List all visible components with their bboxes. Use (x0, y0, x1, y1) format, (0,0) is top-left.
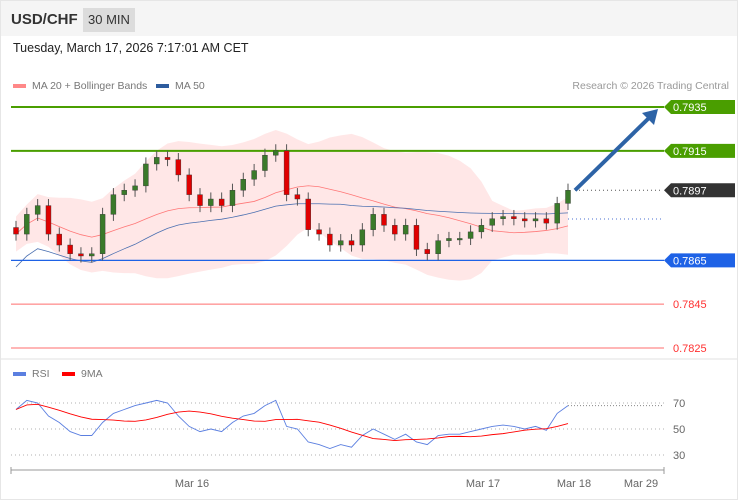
candle-body (402, 225, 409, 235)
candle-body (34, 205, 41, 215)
candle-body (208, 198, 214, 206)
candle-body (478, 225, 485, 233)
candle-body (489, 218, 495, 226)
candle-body (359, 229, 366, 246)
candle-body (273, 150, 279, 156)
candle-body (511, 216, 517, 219)
candle-body (294, 194, 301, 200)
candle-body (522, 218, 528, 222)
candle-body (24, 214, 30, 235)
candle-body (121, 190, 127, 195)
candle-body (327, 233, 333, 246)
candle-body (229, 190, 236, 206)
bollinger-band (16, 130, 568, 281)
candle-body (370, 214, 376, 230)
x-tick-label: Mar 29 (624, 478, 658, 490)
level-label: 0.7825 (673, 343, 707, 355)
candle-body (467, 231, 474, 239)
candle-body (424, 249, 430, 254)
candle-body (500, 216, 506, 219)
forecast-arrow (573, 114, 653, 192)
candle-body (316, 229, 322, 235)
candle-body (251, 170, 257, 180)
candle-body (435, 240, 441, 254)
level-label: 0.7915 (673, 146, 707, 158)
rsi-tick: 30 (673, 450, 685, 462)
level-label: 0.7845 (673, 299, 707, 311)
candle-body (283, 150, 290, 195)
x-tick-label: Mar 17 (466, 478, 500, 490)
candle-body (338, 240, 344, 246)
candle-body (262, 154, 268, 171)
candle-body (543, 218, 550, 224)
candle-body (67, 244, 73, 254)
candle-body (554, 203, 560, 224)
candle-body (143, 163, 149, 187)
candle-body (413, 225, 420, 250)
candle-body (13, 227, 19, 235)
candle-body (392, 225, 398, 235)
candle-body (532, 218, 539, 222)
candle-body (110, 194, 117, 215)
x-tick-label: Mar 18 (557, 478, 591, 490)
level-label: 0.7935 (673, 102, 707, 114)
rsi-tick: 70 (673, 398, 685, 410)
candle-body (132, 185, 138, 191)
candle-body (457, 238, 463, 241)
level-label: 0.7897 (673, 185, 707, 197)
candle-body (78, 253, 84, 257)
candle-body (99, 214, 106, 254)
level-label: 0.7865 (673, 255, 707, 267)
candle-body (89, 253, 95, 257)
candle-body (240, 179, 246, 191)
candle-body (565, 190, 571, 204)
candle-body (197, 194, 203, 206)
x-tick-label: Mar 16 (175, 478, 209, 490)
candle-body (446, 238, 452, 241)
candle-body (164, 157, 171, 160)
rsi-line (15, 399, 569, 449)
candle-body (305, 198, 311, 230)
candle-body (154, 157, 160, 165)
candle-body (175, 159, 182, 176)
candle-body (45, 205, 52, 235)
candle-body (218, 198, 225, 206)
candle-body (56, 233, 62, 246)
candle-body (348, 240, 355, 246)
rsi-9ma-line (15, 403, 569, 442)
price-chart: 0.7935 0.7915 0.7897 0.7865 0.7845 0.7825 70 50… (1, 100, 737, 490)
candle-body (186, 174, 192, 195)
candle-body (381, 214, 387, 226)
rsi-tick: 50 (673, 424, 685, 436)
